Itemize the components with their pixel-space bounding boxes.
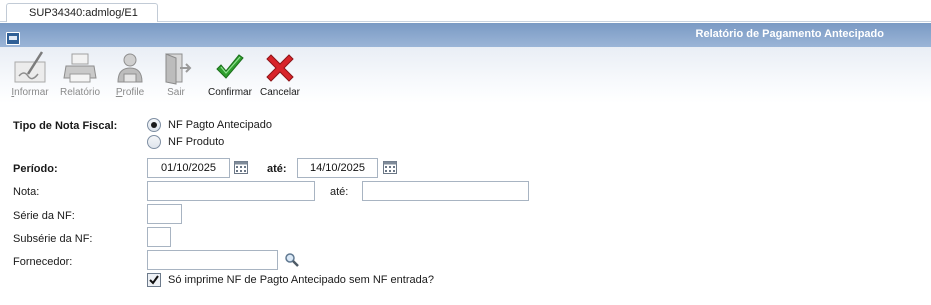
- fornecedor-input[interactable]: [147, 250, 278, 270]
- exit-door-icon: [165, 53, 192, 85]
- informar-icon: [14, 51, 46, 83]
- nota-label: Nota:: [13, 186, 40, 198]
- informar-button[interactable]: Informar: [5, 50, 55, 98]
- radio-nf-pagto-antecipado-label: NF Pagto Antecipado: [168, 119, 272, 131]
- tipo-nota-label: Tipo de Nota Fiscal:: [13, 120, 118, 132]
- periodo-fim-input[interactable]: [297, 158, 378, 178]
- cancel-x-icon: [266, 54, 294, 82]
- radio-nf-pagto-antecipado[interactable]: [147, 118, 161, 132]
- confirmar-button[interactable]: Confirmar: [205, 50, 255, 98]
- checkmark-icon: [149, 275, 159, 285]
- toolbar: Informar Relatório Profile Sair Confirma…: [0, 47, 931, 103]
- nota-inicio-input[interactable]: [147, 181, 315, 201]
- so-imprime-checkbox[interactable]: [147, 273, 161, 287]
- printer-icon: [63, 53, 97, 83]
- window-icon: [6, 32, 20, 45]
- window-titlebar: Relatório de Pagamento Antecipado: [0, 23, 931, 47]
- serie-label: Série da NF:: [13, 210, 75, 222]
- tab-label: SUP34340:admlog/E1: [29, 7, 138, 19]
- radio-nf-produto[interactable]: [147, 135, 161, 149]
- calendar-icon[interactable]: [234, 161, 248, 174]
- serie-input[interactable]: [147, 204, 182, 224]
- checkmark-icon: [216, 54, 244, 79]
- profile-icon: [117, 53, 143, 83]
- cancelar-button[interactable]: Cancelar: [255, 50, 305, 98]
- profile-button[interactable]: Profile: [105, 50, 155, 98]
- nota-ate-label: até:: [330, 186, 349, 198]
- relatorio-button[interactable]: Relatório: [55, 50, 105, 98]
- window-title: Relatório de Pagamento Antecipado: [695, 28, 884, 40]
- report-form: Tipo de Nota Fiscal: NF Pagto Antecipado…: [0, 103, 931, 305]
- so-imprime-label: Só imprime NF de Pagto Antecipado sem NF…: [168, 274, 434, 286]
- tab-program[interactable]: SUP34340:admlog/E1: [6, 3, 158, 22]
- subserie-label: Subsérie da NF:: [13, 233, 93, 245]
- subserie-input[interactable]: [147, 227, 171, 247]
- calendar-icon[interactable]: [383, 161, 397, 174]
- tab-strip: SUP34340:admlog/E1: [0, 0, 931, 22]
- periodo-ate-label: até:: [267, 163, 287, 175]
- nota-fim-input[interactable]: [362, 181, 529, 201]
- periodo-label: Período:: [13, 163, 58, 175]
- sair-button[interactable]: Sair: [151, 50, 201, 98]
- radio-nf-produto-label: NF Produto: [168, 136, 225, 148]
- search-icon[interactable]: [284, 252, 300, 268]
- periodo-inicio-input[interactable]: [147, 158, 230, 178]
- fornecedor-label: Fornecedor:: [13, 256, 73, 268]
